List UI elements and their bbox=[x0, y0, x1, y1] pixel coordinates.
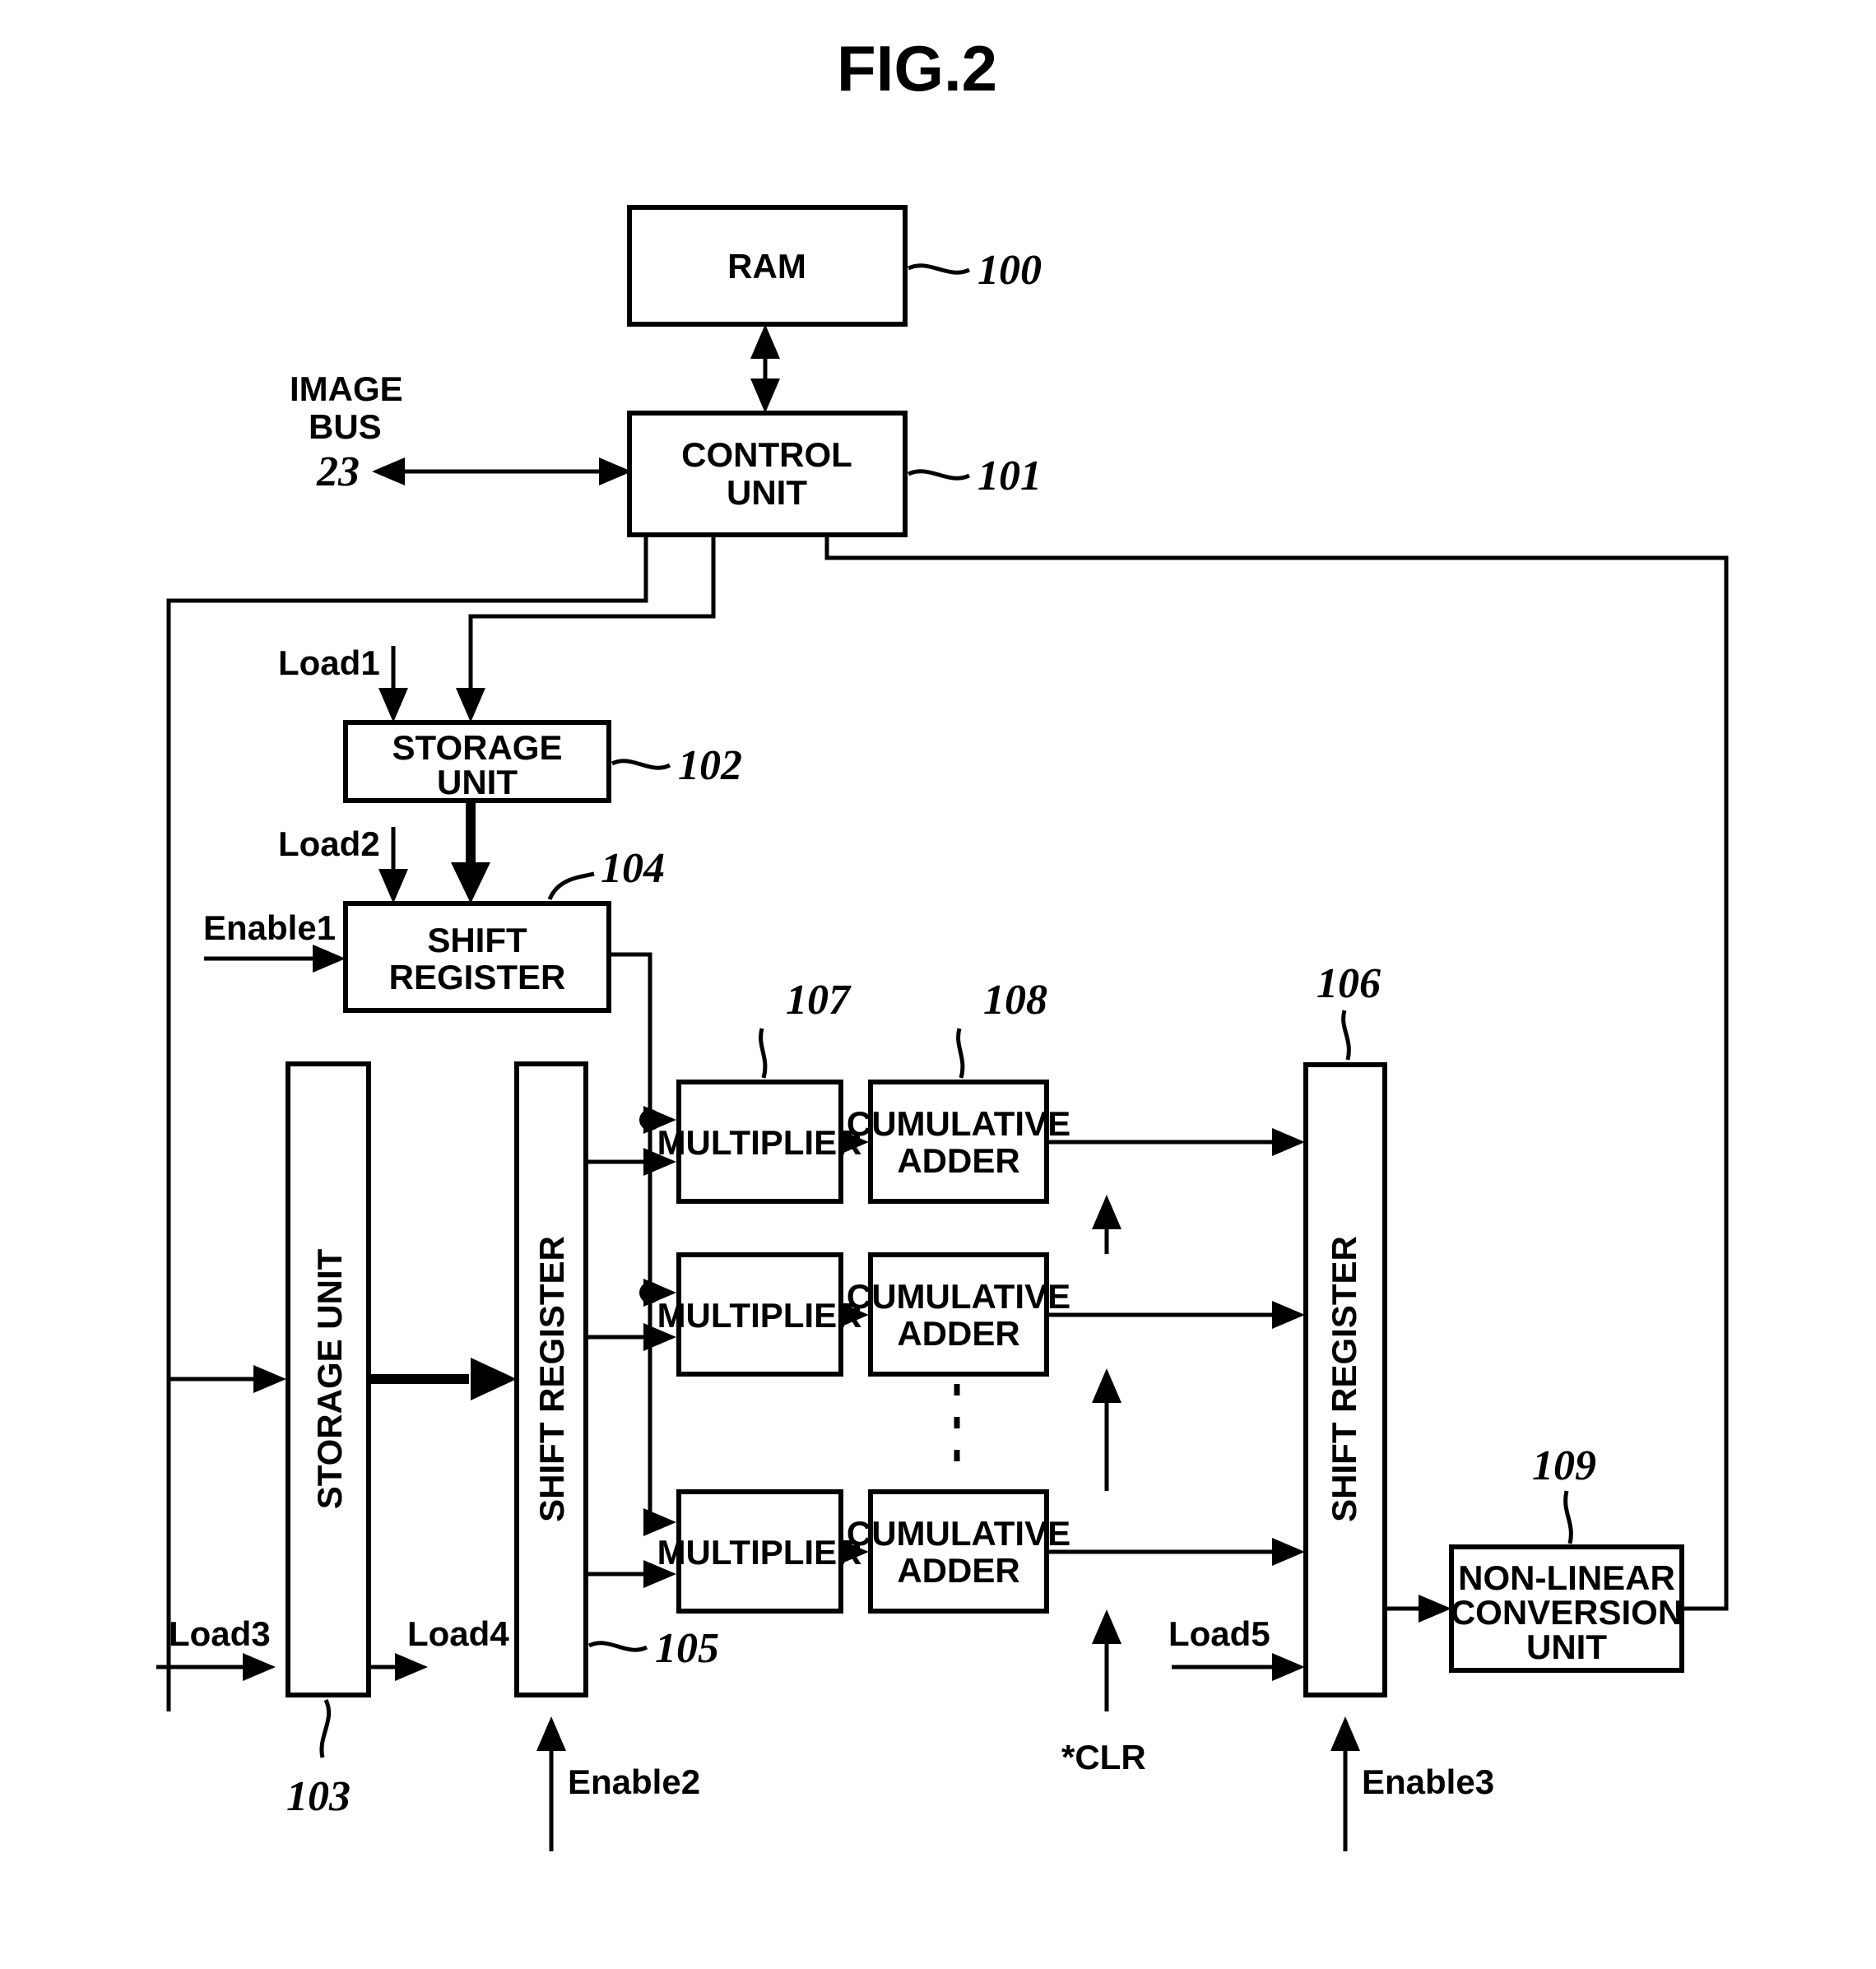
wire-shift104-coef-bus bbox=[609, 952, 652, 1522]
block-nonlinear-label-1: NON-LINEAR bbox=[1458, 1558, 1675, 1597]
arrowhead-load2 bbox=[378, 869, 408, 903]
arrowhead-enable1 bbox=[313, 945, 346, 973]
ref-103: 103 bbox=[286, 1773, 351, 1820]
arrowhead-down-control bbox=[750, 378, 780, 413]
leader-107 bbox=[759, 1028, 768, 1079]
block-cumulative-adder-2-label-2: ADDER bbox=[897, 1314, 1019, 1353]
wire-control-to-storage102 bbox=[468, 535, 716, 704]
block-multiplier-3-label: MULTIPLIER bbox=[657, 1533, 862, 1572]
leader-104 bbox=[547, 871, 595, 901]
label-clr: *CLR bbox=[1061, 1738, 1146, 1776]
arrowhead-storage102-data-in bbox=[456, 688, 485, 722]
arrowhead-load3 bbox=[243, 1653, 276, 1681]
ref-image-bus-23: 23 bbox=[316, 448, 360, 495]
block-shift-register-106-label: SHIFT REGISTER bbox=[1325, 1236, 1363, 1522]
block-storage-unit-102-label-1: STORAGE bbox=[392, 728, 563, 767]
arrowhead-shift105-data-in bbox=[471, 1358, 517, 1400]
block-control-unit-label-2: UNIT bbox=[727, 473, 807, 512]
ref-105: 105 bbox=[655, 1625, 719, 1672]
block-multiplier-2-label: MULTIPLIER bbox=[657, 1296, 862, 1335]
arrowhead-adder3-clr bbox=[1092, 1609, 1121, 1644]
ref-107: 107 bbox=[786, 977, 852, 1024]
arrowhead-shift106-in-2 bbox=[1272, 1301, 1305, 1329]
label-load5: Load5 bbox=[1168, 1614, 1270, 1653]
block-nonlinear-label-3: UNIT bbox=[1526, 1628, 1607, 1666]
leader-101 bbox=[907, 469, 971, 481]
arrowhead-load5 bbox=[1272, 1653, 1305, 1681]
block-multiplier-1-label: MULTIPLIER bbox=[657, 1123, 862, 1162]
leader-103 bbox=[319, 1698, 332, 1758]
label-load1: Load1 bbox=[278, 643, 380, 682]
arrowhead-shift104-data-in bbox=[451, 862, 490, 903]
leader-102 bbox=[611, 759, 671, 770]
ref-109: 109 bbox=[1532, 1442, 1596, 1489]
figure-page: FIG.2 RAM 100 CONTROL UNIT 101 IMAGE BUS… bbox=[0, 0, 1876, 1969]
block-diagram-svg: FIG.2 RAM 100 CONTROL UNIT 101 IMAGE BUS… bbox=[156, 32, 1729, 1851]
label-load3: Load3 bbox=[169, 1614, 271, 1653]
label-enable2: Enable2 bbox=[568, 1762, 700, 1801]
block-cumulative-adder-3-label-1: CUMULATIVE bbox=[847, 1514, 1070, 1553]
block-shift-register-105-label: SHIFT REGISTER bbox=[532, 1236, 571, 1522]
leader-109 bbox=[1563, 1490, 1573, 1544]
block-control-unit-label-1: CONTROL bbox=[681, 435, 852, 474]
arrowhead-enable3 bbox=[1330, 1716, 1360, 1751]
figure-title: FIG.2 bbox=[837, 32, 997, 104]
ref-108: 108 bbox=[983, 977, 1047, 1024]
arrowhead-left-imagebus bbox=[372, 457, 405, 485]
arrowhead-enable2 bbox=[536, 1716, 566, 1751]
label-enable3: Enable3 bbox=[1362, 1762, 1494, 1801]
arrowhead-shift106-in-3 bbox=[1272, 1538, 1305, 1566]
leader-105 bbox=[587, 1641, 648, 1652]
arrowhead-nonlinear-in bbox=[1419, 1595, 1451, 1623]
block-cumulative-adder-1-label-1: CUMULATIVE bbox=[847, 1104, 1070, 1143]
block-shift-register-104-label-1: SHIFT bbox=[427, 921, 527, 959]
block-shift-register-104-label-2: REGISTER bbox=[389, 958, 566, 996]
arrowhead-adder2-clr bbox=[1092, 1368, 1121, 1403]
block-nonlinear-label-2: CONVERSION bbox=[1451, 1593, 1683, 1632]
ref-101: 101 bbox=[977, 453, 1042, 499]
ref-106: 106 bbox=[1316, 960, 1381, 1007]
ref-104: 104 bbox=[601, 845, 665, 892]
arrowhead-load4 bbox=[395, 1653, 428, 1681]
arrowhead-adder1-clr bbox=[1092, 1195, 1121, 1229]
label-load4: Load4 bbox=[407, 1614, 509, 1653]
block-storage-unit-103-label: STORAGE UNIT bbox=[310, 1248, 349, 1509]
arrowhead-load1 bbox=[378, 688, 408, 722]
label-load2: Load2 bbox=[278, 824, 380, 863]
block-cumulative-adder-1-label-2: ADDER bbox=[897, 1141, 1019, 1180]
block-storage-unit-102-label-2: UNIT bbox=[437, 763, 518, 801]
arrowhead-storage103-in bbox=[253, 1365, 286, 1393]
block-cumulative-adder-2-label-1: CUMULATIVE bbox=[847, 1277, 1070, 1316]
image-bus-label-line2: BUS bbox=[309, 407, 382, 446]
leader-106 bbox=[1341, 1010, 1351, 1061]
leader-108 bbox=[956, 1028, 965, 1079]
block-ram-label: RAM bbox=[727, 247, 806, 286]
image-bus-label-line1: IMAGE bbox=[290, 369, 403, 408]
label-enable1: Enable1 bbox=[203, 908, 336, 947]
arrowhead-up-ram bbox=[750, 324, 780, 359]
arrowhead-mult3-coef bbox=[643, 1508, 676, 1536]
ref-100: 100 bbox=[977, 247, 1042, 294]
ref-102: 102 bbox=[678, 742, 742, 789]
arrowhead-shift106-in-1 bbox=[1272, 1128, 1305, 1156]
block-cumulative-adder-3-label-2: ADDER bbox=[897, 1551, 1019, 1590]
leader-100 bbox=[907, 263, 971, 275]
